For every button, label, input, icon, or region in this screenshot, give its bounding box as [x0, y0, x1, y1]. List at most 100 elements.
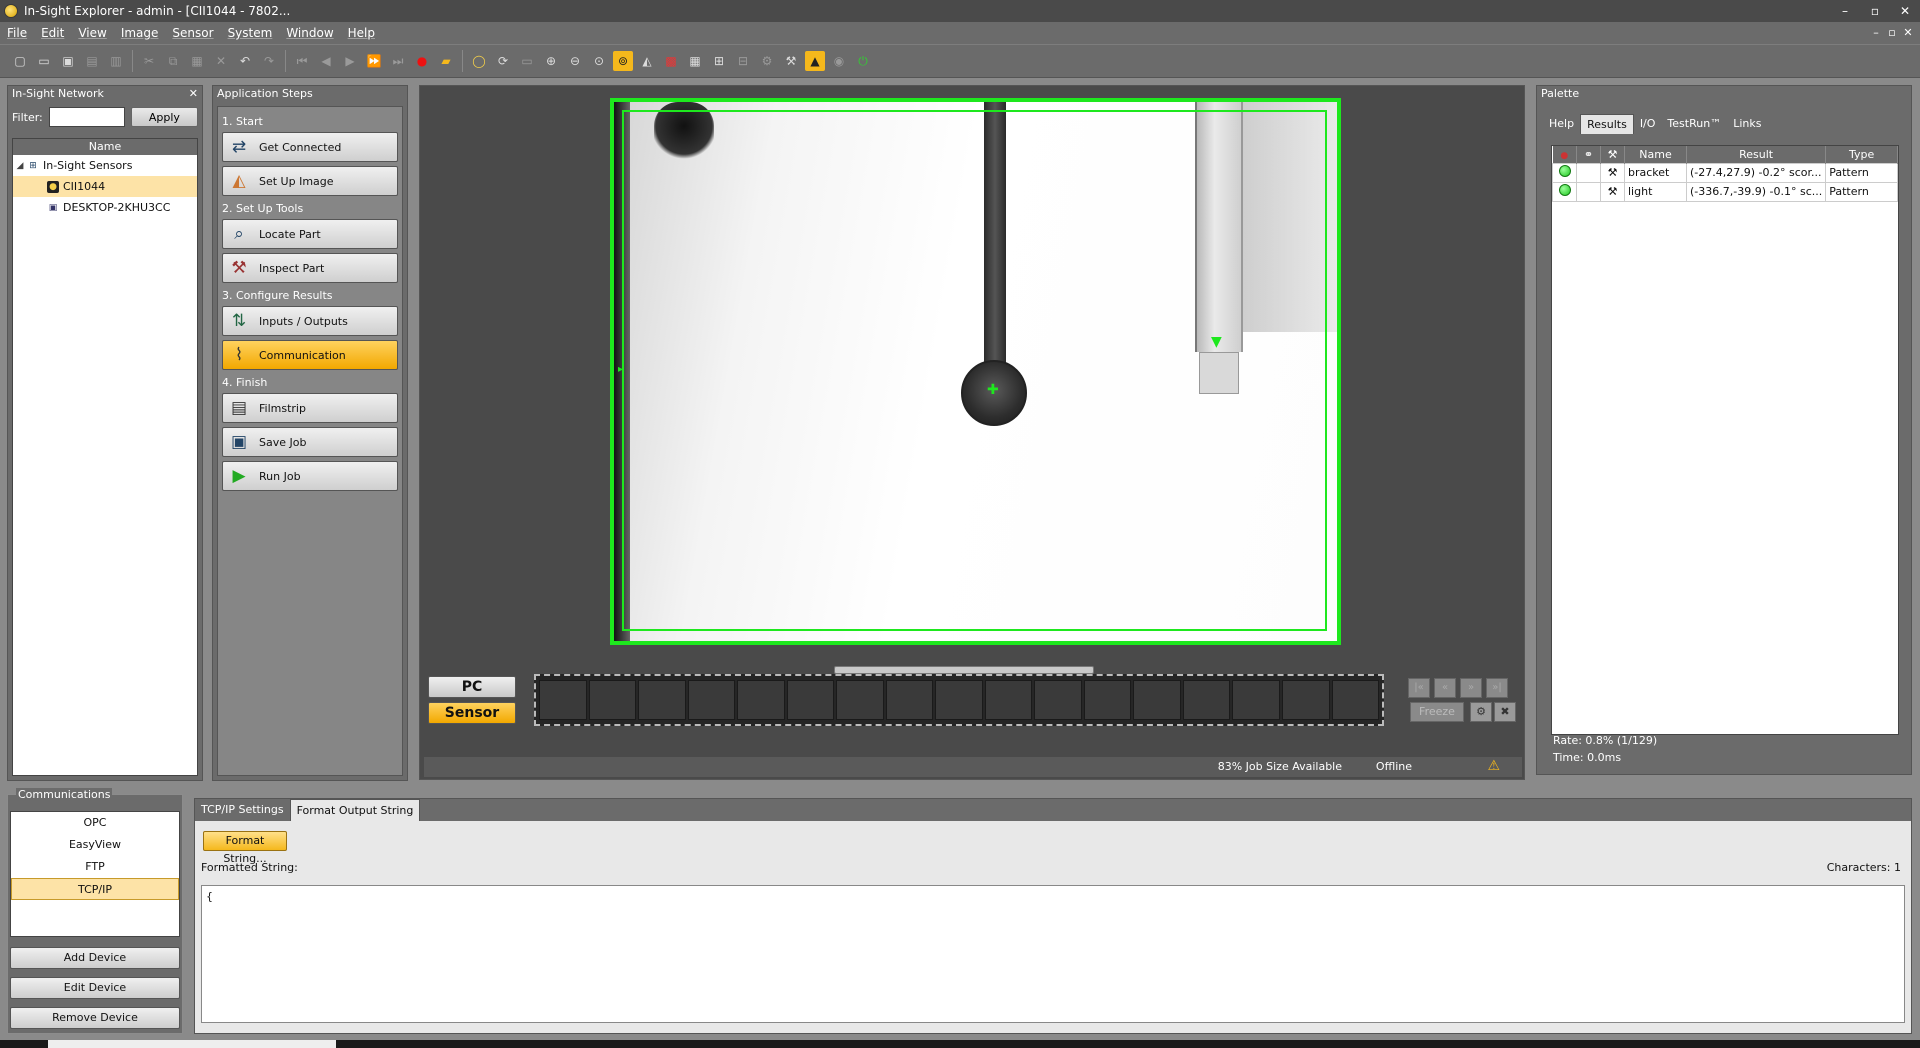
image-display-area[interactable]: ✚ ▼ ▸: [424, 88, 1522, 674]
add-device-button[interactable]: Add Device: [10, 947, 180, 969]
undo-icon[interactable]: ↶: [235, 51, 255, 71]
tree-column-header[interactable]: Name: [13, 139, 197, 155]
filmstrip-frame[interactable]: [638, 680, 686, 720]
light-match-marker[interactable]: ▼: [1211, 334, 1222, 350]
type-column-header[interactable]: Type: [1825, 146, 1898, 163]
tab-io[interactable]: I/O: [1634, 114, 1662, 134]
image-scrollbar[interactable]: [834, 666, 1094, 674]
open-folder-icon[interactable]: ▭: [34, 51, 54, 71]
filmstrip-frame[interactable]: [1034, 680, 1082, 720]
save-icon[interactable]: ▣: [58, 51, 78, 71]
table-row[interactable]: ⚒ light (-336.7,-39.9) -0.1° sc... Patte…: [1552, 181, 1898, 202]
locate-part-button[interactable]: ⌕ Locate Part: [222, 219, 398, 249]
mdi-close-button[interactable]: ✕: [1900, 22, 1916, 44]
tab-format-output-string[interactable]: Format Output String: [289, 799, 421, 821]
filmstrip-frame[interactable]: [836, 680, 884, 720]
filmstrip-frame[interactable]: [1232, 680, 1280, 720]
sensor-settings-icon[interactable]: ◉: [829, 51, 849, 71]
menu-sensor[interactable]: Sensor: [165, 26, 220, 40]
mdi-minimize-button[interactable]: –: [1868, 22, 1884, 44]
next-frame-icon[interactable]: »: [1460, 678, 1482, 698]
pc-button[interactable]: PC: [428, 676, 516, 698]
graphics-icon[interactable]: ◭: [637, 51, 657, 71]
table-row[interactable]: ⚒ bracket (-27.4,27.9) -0.2° scor... Pat…: [1552, 162, 1898, 183]
filmstrip-settings-icon[interactable]: ⚙: [1470, 702, 1492, 722]
custom-view-icon[interactable]: ⊞: [709, 51, 729, 71]
maximize-button[interactable]: ▫: [1860, 0, 1890, 22]
filmstrip-frame[interactable]: [935, 680, 983, 720]
power-icon[interactable]: ⏻: [853, 51, 873, 71]
filmstrip-frame[interactable]: [539, 680, 587, 720]
collapse-icon[interactable]: ◢: [13, 161, 27, 171]
delete-icon[interactable]: ✕: [211, 51, 231, 71]
link-column-header[interactable]: ⚭: [1576, 146, 1601, 163]
redo-icon[interactable]: ↷: [259, 51, 279, 71]
folder-image-icon[interactable]: ▰: [436, 51, 456, 71]
filmstrip-frame[interactable]: [1281, 680, 1330, 720]
menu-window[interactable]: Window: [279, 26, 340, 40]
filmstrip-clear-icon[interactable]: ✖: [1494, 702, 1516, 722]
overlay-icon[interactable]: ▩: [661, 51, 681, 71]
last-frame-icon[interactable]: ⏭: [388, 51, 408, 71]
cut-icon[interactable]: ✂: [139, 51, 159, 71]
mdi-restore-button[interactable]: ▫: [1884, 22, 1900, 44]
filter-input[interactable]: [48, 107, 125, 127]
device-tcpip[interactable]: TCP/IP: [11, 878, 179, 900]
close-button[interactable]: ✕: [1890, 0, 1920, 22]
filmstrip[interactable]: [534, 674, 1384, 726]
minimize-button[interactable]: –: [1830, 0, 1860, 22]
set-up-image-button[interactable]: ◭ Set Up Image: [222, 166, 398, 196]
close-icon[interactable]: ✕: [189, 86, 198, 102]
device-opc[interactable]: OPC: [11, 812, 179, 834]
communication-button[interactable]: ⌇ Communication: [222, 340, 398, 370]
run-job-button[interactable]: ▶ Run Job: [222, 461, 398, 491]
result-column-header[interactable]: Result: [1686, 146, 1827, 163]
prev-frame-icon[interactable]: «: [1434, 678, 1456, 698]
camera-icon[interactable]: ▭: [517, 51, 537, 71]
sensor-button[interactable]: Sensor: [428, 702, 516, 724]
tab-testrun[interactable]: TestRun™: [1661, 114, 1727, 134]
live-video-icon[interactable]: ⟳: [493, 51, 513, 71]
filmstrip-frame[interactable]: [1182, 680, 1231, 720]
menu-file[interactable]: File: [0, 26, 34, 40]
tab-help[interactable]: Help: [1543, 114, 1580, 134]
filmstrip-frame[interactable]: [885, 680, 934, 720]
bracket-match-marker[interactable]: ✚: [987, 382, 999, 398]
filmstrip-frame[interactable]: [1331, 680, 1380, 720]
print-icon[interactable]: ▤: [82, 51, 102, 71]
menu-view[interactable]: View: [71, 26, 113, 40]
grid-icon[interactable]: ⊟: [733, 51, 753, 71]
tree-node-desktop[interactable]: ▣ DESKTOP-2KHU3CC: [13, 197, 197, 218]
filmstrip-frame[interactable]: [1133, 680, 1181, 720]
menu-system[interactable]: System: [221, 26, 280, 40]
filmstrip-frame[interactable]: [737, 680, 785, 720]
device-easyview[interactable]: EasyView: [11, 834, 179, 856]
first-frame-icon[interactable]: |«: [1408, 678, 1430, 698]
status-column-header[interactable]: ●: [1552, 146, 1577, 163]
copy-icon[interactable]: ⧉: [163, 51, 183, 71]
get-connected-button[interactable]: ⇄ Get Connected: [222, 132, 398, 162]
name-column-header[interactable]: Name: [1624, 146, 1687, 163]
inspect-part-button[interactable]: ⚒ Inspect Part: [222, 253, 398, 283]
apply-button[interactable]: Apply: [130, 107, 198, 127]
zoom-fit-icon[interactable]: ⊙: [589, 51, 609, 71]
filmstrip-frame[interactable]: [786, 680, 835, 720]
edit-device-button[interactable]: Edit Device: [10, 977, 180, 999]
menu-image[interactable]: Image: [114, 26, 166, 40]
tab-results[interactable]: Results: [1580, 114, 1634, 134]
spreadsheet-icon[interactable]: ▦: [685, 51, 705, 71]
warning-icon[interactable]: ⚠: [1487, 758, 1500, 774]
filmstrip-button[interactable]: ▤ Filmstrip: [222, 393, 398, 423]
online-sensor-icon[interactable]: ▲: [805, 51, 825, 71]
filmstrip-frame[interactable]: [984, 680, 1033, 720]
taskbar-item[interactable]: [48, 1040, 336, 1048]
new-file-icon[interactable]: ▢: [10, 51, 30, 71]
first-frame-icon[interactable]: ⏮: [292, 51, 312, 71]
prev-frame-icon[interactable]: ◀: [316, 51, 336, 71]
camera-image[interactable]: ✚ ▼ ▸: [610, 98, 1341, 645]
menu-help[interactable]: Help: [341, 26, 382, 40]
zoom-in-icon[interactable]: ⊕: [541, 51, 561, 71]
trigger-icon[interactable]: ◯: [469, 51, 489, 71]
last-frame-icon[interactable]: »|: [1486, 678, 1508, 698]
zoom-out-icon[interactable]: ⊖: [565, 51, 585, 71]
